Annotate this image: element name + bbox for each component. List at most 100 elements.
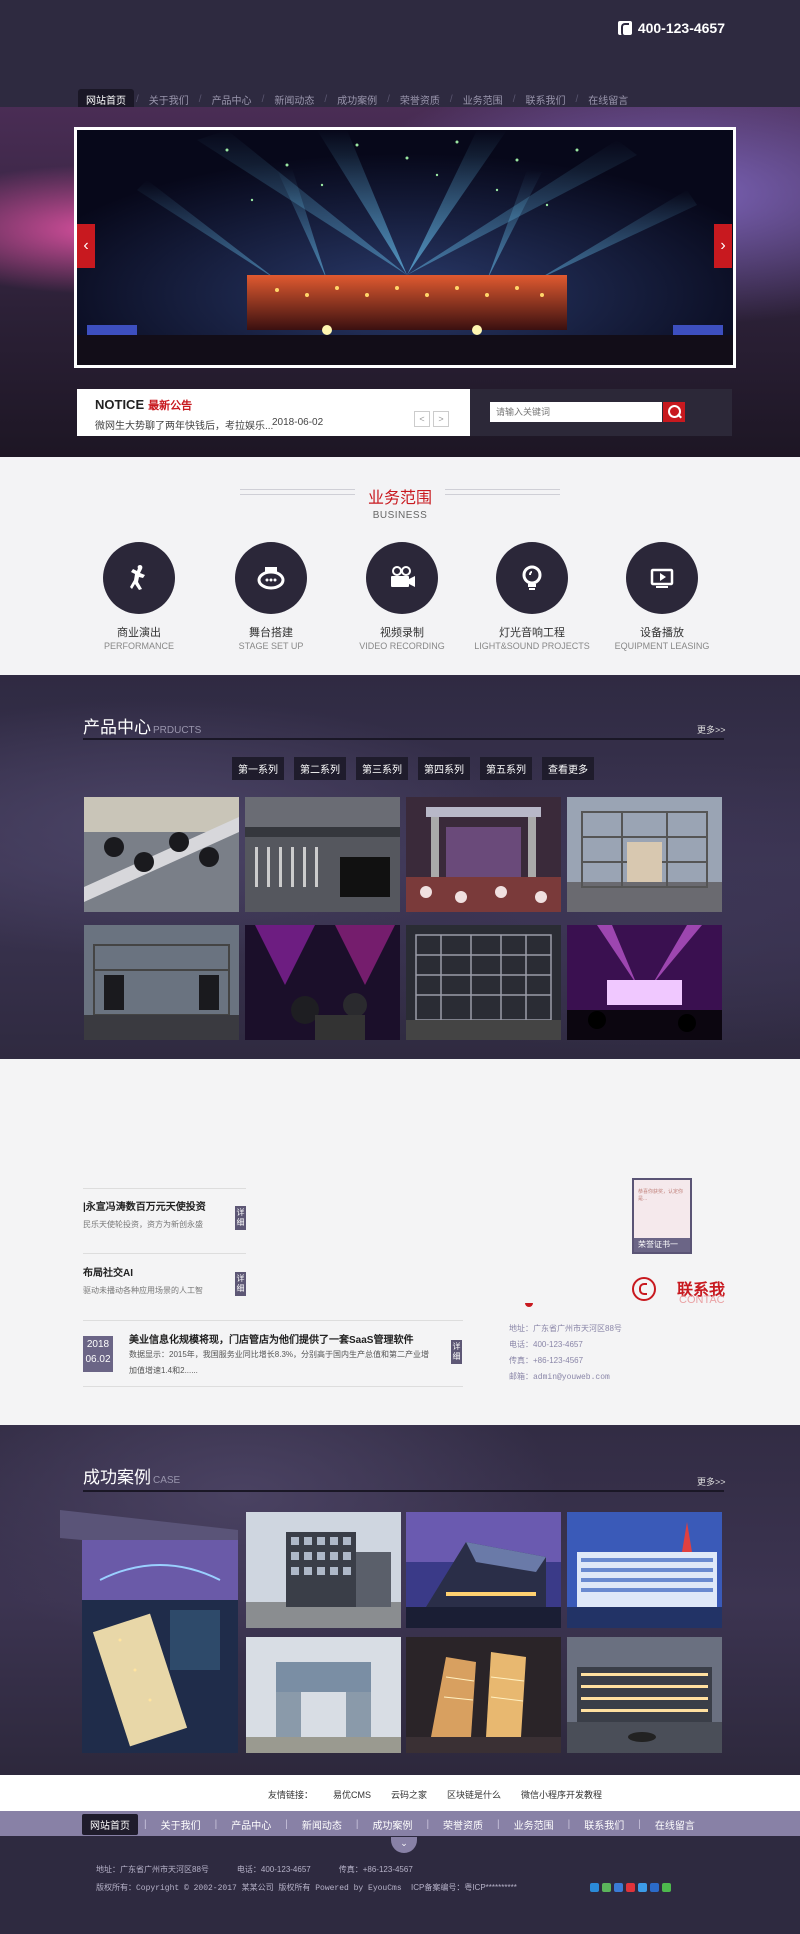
case-image[interactable] xyxy=(406,1512,561,1628)
cases-more-link[interactable]: 更多>> xyxy=(697,1475,726,1488)
nav-cases[interactable]: 成功案例 xyxy=(364,1814,420,1835)
case-image[interactable] xyxy=(567,1637,722,1753)
nav-honors[interactable]: 荣誉资质 xyxy=(435,1814,491,1835)
tab-series-5[interactable]: 第五系列 xyxy=(480,757,532,780)
news-item-desc: 民乐天使轮投资，资方为新创永盛 xyxy=(83,1220,203,1229)
business-item-sublabel: LIGHT&SOUND PROJECTS xyxy=(474,641,590,651)
nav-products[interactable]: 产品中心 xyxy=(223,1814,279,1835)
stage-icon xyxy=(235,542,307,614)
friend-link[interactable]: 易优CMS xyxy=(333,1788,371,1801)
business-subtitle: BUSINESS xyxy=(372,510,428,521)
tab-series-3[interactable]: 第三系列 xyxy=(356,757,408,780)
notice-next-button[interactable]: > xyxy=(433,411,449,427)
news-date-box: 2018 06.02 xyxy=(83,1336,113,1372)
products-more-link[interactable]: 更多>> xyxy=(697,723,726,736)
divider xyxy=(83,1320,463,1321)
business-item-lighting[interactable]: 灯光音响工程 LIGHT&SOUND PROJECTS xyxy=(467,542,597,651)
product-image[interactable] xyxy=(245,925,400,1040)
share-wechat-icon[interactable] xyxy=(662,1883,671,1892)
tab-series-1[interactable]: 第一系列 xyxy=(232,757,284,780)
share-tencent-icon[interactable] xyxy=(614,1883,623,1892)
footer-copyright: 版权所有：Copyright © 2002-2017 某某公司 版权所有 Pow… xyxy=(96,1884,402,1893)
tab-series-2[interactable]: 第二系列 xyxy=(294,757,346,780)
news-detail-button[interactable]: 详细 xyxy=(235,1272,246,1296)
dancer-icon xyxy=(103,542,175,614)
phone-text: 400-123-4657 xyxy=(637,20,725,36)
footer-address: 地址：广东省广州市天河区88号 xyxy=(96,1865,209,1874)
business-item-label: 灯光音响工程 xyxy=(499,627,565,639)
nav-about[interactable]: 关于我们 xyxy=(153,1814,209,1835)
product-image[interactable] xyxy=(84,797,239,912)
honor-card-text: 恭喜你获奖，认定你是... xyxy=(638,1189,684,1202)
business-item-label: 舞台搭建 xyxy=(249,627,293,639)
news-detail-button[interactable]: 详细 xyxy=(451,1340,462,1364)
case-image[interactable] xyxy=(567,1512,722,1628)
friend-link[interactable]: 区块链是什么 xyxy=(447,1788,501,1801)
news-item-title[interactable]: |永宣冯涛数百万元天使投资 xyxy=(83,1198,206,1213)
product-image[interactable] xyxy=(406,925,561,1040)
friend-link[interactable]: 云码之家 xyxy=(391,1788,427,1801)
product-image[interactable] xyxy=(245,797,400,912)
banner-next-button[interactable]: › xyxy=(714,224,732,268)
news-item-title[interactable]: 布局社交AI xyxy=(83,1264,203,1279)
business-item-equipment[interactable]: 设备播放 EQUIPMENT LEASING xyxy=(597,542,727,651)
divider xyxy=(83,1188,246,1189)
hero-banner-image[interactable] xyxy=(74,127,736,368)
nav-contact[interactable]: 联系我们 xyxy=(576,1814,632,1835)
search-button[interactable] xyxy=(663,402,685,422)
nav-news[interactable]: 新闻动态 xyxy=(294,1814,350,1835)
contact-address: 地址：广东省广州市天河区88号 xyxy=(509,1324,622,1333)
share-weibo-icon[interactable] xyxy=(626,1883,635,1892)
divider xyxy=(83,1386,463,1387)
product-image[interactable] xyxy=(84,925,239,1040)
business-item-stage[interactable]: 舞台搭建 STAGE SET UP xyxy=(206,542,336,651)
footer-icp[interactable]: ICP备案编号：粤ICP********** xyxy=(411,1882,517,1893)
chevron-left-icon: ‹ xyxy=(83,237,89,254)
case-feature-image[interactable] xyxy=(60,1510,238,1753)
search-box xyxy=(470,389,732,436)
business-item-label: 视频录制 xyxy=(380,627,424,639)
tab-series-4[interactable]: 第四系列 xyxy=(418,757,470,780)
case-image[interactable] xyxy=(246,1512,401,1628)
share-qzone-icon[interactable] xyxy=(602,1883,611,1892)
share-qq-icon[interactable] xyxy=(638,1883,647,1892)
phone-icon xyxy=(617,21,632,37)
business-item-video[interactable]: 视频录制 VIDEO RECORDING xyxy=(337,542,467,651)
honor-certificate-card[interactable]: 恭喜你获奖，认定你是... 荣誉证书一 xyxy=(632,1178,692,1254)
products-title: 产品中心 PRDUCTS xyxy=(83,718,202,737)
player-icon xyxy=(626,542,698,614)
contact-subtitle: CONTAC xyxy=(679,1294,725,1306)
nav-home[interactable]: 网站首页 xyxy=(82,1814,138,1835)
friend-link[interactable]: 微信小程序开发教程 xyxy=(521,1788,602,1801)
cases-subtitle: CASE xyxy=(153,1475,181,1486)
contact-email[interactable]: 邮箱：admin@youweb.com xyxy=(509,1371,610,1382)
nav-message[interactable]: 在线留言 xyxy=(647,1814,703,1835)
news-detail-button[interactable]: 详细 xyxy=(235,1206,246,1230)
chevron-right-icon: › xyxy=(720,237,726,254)
honor-caption: 荣誉证书一 xyxy=(634,1238,690,1252)
news-item[interactable]: 布局社交AI 驱动未播动各种应用场景的人工智 xyxy=(83,1264,203,1296)
business-item-sublabel: EQUIPMENT LEASING xyxy=(614,641,710,651)
product-image[interactable] xyxy=(406,797,561,912)
share-renren-icon[interactable] xyxy=(650,1883,659,1892)
notice-subtitle: 最新公告 xyxy=(148,400,193,412)
featured-news-title[interactable]: 美业信息化规模将现，门店管店为他们提供了一套SaaS管理软件 xyxy=(129,1331,413,1346)
search-input[interactable] xyxy=(490,402,662,422)
news-item[interactable]: |永宣冯涛数百万元天使投资 民乐天使轮投资，资方为新创永盛 xyxy=(83,1198,206,1230)
contact-fax: 传真：+86-123-4567 xyxy=(509,1356,584,1365)
banner-prev-button[interactable]: ‹ xyxy=(77,224,95,268)
product-image[interactable] xyxy=(567,797,722,912)
friend-links-bar: 友情链接： 易优CMS 云码之家 区块链是什么 微信小程序开发教程 xyxy=(0,1775,800,1811)
notice-bar: NOTICE 最新公告 微网生大势聊了两年快钱后，考拉娱乐... 2018-06-… xyxy=(77,389,470,436)
business-item-sublabel: PERFORMANCE xyxy=(103,641,174,651)
notice-title: NOTICE 最新公告 xyxy=(95,397,193,412)
business-item-performance[interactable]: 商业演出 PERFORMANCE xyxy=(74,542,204,651)
notice-text[interactable]: 微网生大势聊了两年快钱后，考拉娱乐... xyxy=(95,417,273,432)
share-plus-icon[interactable] xyxy=(590,1883,599,1892)
tab-view-more[interactable]: 查看更多 xyxy=(542,757,594,780)
nav-business[interactable]: 业务范围 xyxy=(506,1814,562,1835)
product-image[interactable] xyxy=(567,925,722,1040)
notice-prev-button[interactable]: < xyxy=(414,411,430,427)
case-image[interactable] xyxy=(246,1637,401,1753)
case-image[interactable] xyxy=(406,1637,561,1753)
